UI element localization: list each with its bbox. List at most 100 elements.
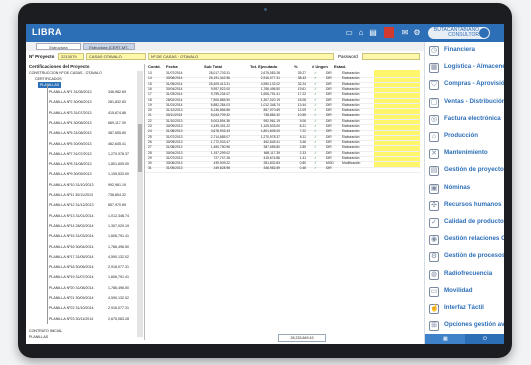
monitor-icon[interactable]: ▭ xyxy=(344,28,354,38)
avatar[interactable] xyxy=(479,28,489,38)
table-cell: 249,828.98 xyxy=(213,166,230,171)
tree-planilla-item[interactable]: PLANILLA Nº3 31/07/2013 xyxy=(49,110,91,116)
tree-planilla-item[interactable]: PLANILLA Nº2 30/06/2013 xyxy=(49,99,91,105)
menu-item-label: Gestión relaciones CRM xyxy=(444,235,504,243)
menu-item-label: Interfaz Táctil xyxy=(444,304,484,311)
tree-planilla-item[interactable]: PLANILLA Nº21 30/09/2014 xyxy=(49,295,93,301)
alert-badge[interactable] xyxy=(384,27,394,38)
camera-icon xyxy=(264,8,267,11)
screen: LIBRA ▭ ⌂ ▤ ✉ ⚙ BUTACANTABIANO CONSULTOR… xyxy=(26,24,504,344)
tree-planilla-amount: 346,982.69 xyxy=(108,90,126,94)
tree-planilla-item[interactable]: PLANILLA Nº20 31/08/2014 xyxy=(49,285,93,291)
tree-planilla-amount: 1,606,791.41 xyxy=(108,275,129,280)
tree-planilla-amount: 1,786,496.50 xyxy=(108,244,129,249)
menu-item-label: Compras - Aprovisión xyxy=(444,80,504,88)
table-cell: DIR xyxy=(326,166,332,171)
factory-icon: ⌂ xyxy=(429,132,439,142)
col-header[interactable]: Sub Total xyxy=(204,64,222,69)
mail-icon[interactable]: ✉ xyxy=(400,28,410,38)
tree-selected[interactable]: PLANILLAS xyxy=(38,82,62,88)
tree-planilla-item[interactable]: PLANILLA Nº6 30/09/2013 xyxy=(49,141,91,147)
tree-planilla-item[interactable]: PLANILLA Nº23 30/11/2014 xyxy=(49,316,93,322)
project-name-field[interactable]: CASAS OTAVALO xyxy=(86,53,146,60)
tree-planilla-item[interactable]: PLANILLA Nº5 31/08/2013 xyxy=(49,130,91,136)
tree-planilla-amount: 4,590,132.02 xyxy=(108,296,129,300)
center-field[interactable]: Nº DE CASAS · OTAVALO xyxy=(148,53,334,60)
password-label: Password xyxy=(338,54,358,59)
tree-footer-item[interactable]: PLANILLAS xyxy=(29,334,48,340)
grid-icon[interactable]: ▦ xyxy=(443,336,448,342)
cart-icon: ⛉ xyxy=(429,80,439,91)
tree-planilla-item[interactable]: PLANILLA Nº11 30/11/2013 xyxy=(49,192,93,198)
app-title: LIBRA xyxy=(32,27,62,37)
folder-icon[interactable]: ▤ xyxy=(368,28,378,38)
user-menu[interactable]: BUTACANTABIANO CONSULTOR xyxy=(428,27,490,39)
chart-icon: ◷ xyxy=(429,46,439,56)
project-label: Nº Proyecto xyxy=(29,54,55,59)
tree-scrollbar[interactable] xyxy=(137,71,143,337)
col-header[interactable]: Fecha xyxy=(166,64,178,69)
tree-planilla-item[interactable]: PLANILLA Nº12 31/12/2013 xyxy=(49,202,93,208)
table-cell: 346,982.69 xyxy=(263,166,280,171)
settings-icon[interactable]: ⚙ xyxy=(412,28,422,38)
tree-planilla-item[interactable]: PLANILLA Nº8 31/08/2013 xyxy=(49,161,91,167)
menu-item-label: Mantenimiento xyxy=(444,149,488,157)
tree-planilla-item[interactable]: PLANILLA Nº15 31/03/2014 xyxy=(49,233,93,239)
module-menu: ◷ Financiera ▦ Logística - Almacenes ⛉ Compra… xyxy=(424,42,504,344)
menu-item-label: Opciones gestión ava. xyxy=(444,321,504,329)
tree-planilla-item[interactable]: PLANILLA Nº22 31/10/2014 xyxy=(49,305,93,311)
col-header[interactable]: # Ungen xyxy=(312,64,328,69)
laptop-frame: LIBRA ▭ ⌂ ▤ ✉ ⚙ BUTACANTABIANO CONSULTOR… xyxy=(18,3,512,358)
tree-planilla-item[interactable]: PLANILLA Nº18 30/06/2014 xyxy=(49,264,93,270)
tree-planilla-amount: 4,590,132.02 xyxy=(108,254,129,259)
tree-planilla-item[interactable]: PLANILLA Nº1 31/05/2013 xyxy=(49,89,91,95)
rfid-icon: ◍ xyxy=(429,269,439,280)
project-number-field[interactable]: 2213079 xyxy=(58,53,84,60)
tree-planilla-item[interactable]: PLANILLA Nº9 30/09/2013 xyxy=(49,171,91,177)
invoice-icon: ◎ xyxy=(429,114,439,125)
table-cell: ✓ xyxy=(314,166,317,171)
col-header[interactable]: Tot. Ejecutado xyxy=(250,64,277,69)
menu-item-label: Ventas - Distribución xyxy=(444,97,504,105)
menu-item-label: Gestión de proyectos xyxy=(444,166,504,174)
table-cell: 0.46 xyxy=(299,166,306,171)
mobile-icon: ▭ xyxy=(429,286,439,297)
grid-total: 28,233,849.43 xyxy=(278,334,326,342)
menu-item-label: Factura electrónica xyxy=(444,114,501,122)
home-icon[interactable]: ⌂ xyxy=(356,28,366,38)
project-form: Nº Proyecto 2213079 CASAS OTAVALO Nº DE … xyxy=(26,53,424,61)
menu-item-label: Recursos humanos xyxy=(444,200,502,208)
user-role-line: CONSULTOR xyxy=(448,32,479,38)
menu-item-label: Gestión de procesos xyxy=(444,252,504,260)
tree-scroll-thumb[interactable] xyxy=(138,124,142,172)
tree-planilla-item[interactable]: PLANILLA Nº16 30/04/2014 xyxy=(49,244,93,250)
tree-planilla-item[interactable]: PLANILLA Nº7 31/07/2013 xyxy=(49,151,91,157)
tree-planilla-amount: 462,645.41 xyxy=(108,141,126,146)
tree-planilla-item[interactable]: PLANILLA Nº19 31/07/2014 xyxy=(49,274,93,280)
tab-estructura-cert[interactable]: Estructura (CERT-MT-CENS) xyxy=(83,43,135,57)
col-header[interactable]: % xyxy=(294,64,298,69)
tree-planilla-amount: 1,105,533.00 xyxy=(108,172,129,177)
col-header[interactable]: Estad. xyxy=(334,64,346,69)
col-header[interactable]: Contd. xyxy=(148,64,161,69)
tree-planilla-amount: 387,655.80 xyxy=(108,131,126,136)
tree-planilla-amount: 669,117.39 xyxy=(108,120,126,125)
tree-planilla-item[interactable]: PLANILLA Nº13 31/01/2014 xyxy=(49,213,93,219)
process-icon: ⚙ xyxy=(429,252,439,263)
table-cell: 31/05/2013 xyxy=(166,166,183,171)
tab-bar: Estructura Estructura (CERT-MT-CENS) xyxy=(26,42,424,57)
password-field[interactable] xyxy=(362,53,420,60)
crm-icon: ◉ xyxy=(429,235,439,246)
tree-planilla-item[interactable]: PLANILLA Nº4 30/08/2013 xyxy=(49,120,91,126)
table-row[interactable]: 31 31/05/2013 249,828.98 346,982.69 0.46 ✓ DIR xyxy=(146,166,421,173)
tree-planilla-amount: 1,786,496.50 xyxy=(108,285,129,290)
tab-estructura[interactable]: Estructura xyxy=(36,43,81,50)
planillas-grid: Contd. Fecha Sub Total Tot. Ejecutado % … xyxy=(146,64,421,342)
tree-planilla-amount: 1,012,348.74 xyxy=(108,213,129,218)
user-name: BUTACANTABIANO CONSULTOR xyxy=(431,28,479,38)
tree-planilla-amount: 1,801,605.00 xyxy=(108,162,129,167)
tree-planilla-item[interactable]: PLANILLA Nº17 31/05/2014 xyxy=(49,254,93,260)
power-icon[interactable]: ⏻ xyxy=(483,336,487,342)
tree-planilla-item[interactable]: PLANILLA Nº10 31/10/2013 xyxy=(49,182,93,188)
tree-planilla-item[interactable]: PLANILLA Nº14 28/02/2014 xyxy=(49,223,93,229)
